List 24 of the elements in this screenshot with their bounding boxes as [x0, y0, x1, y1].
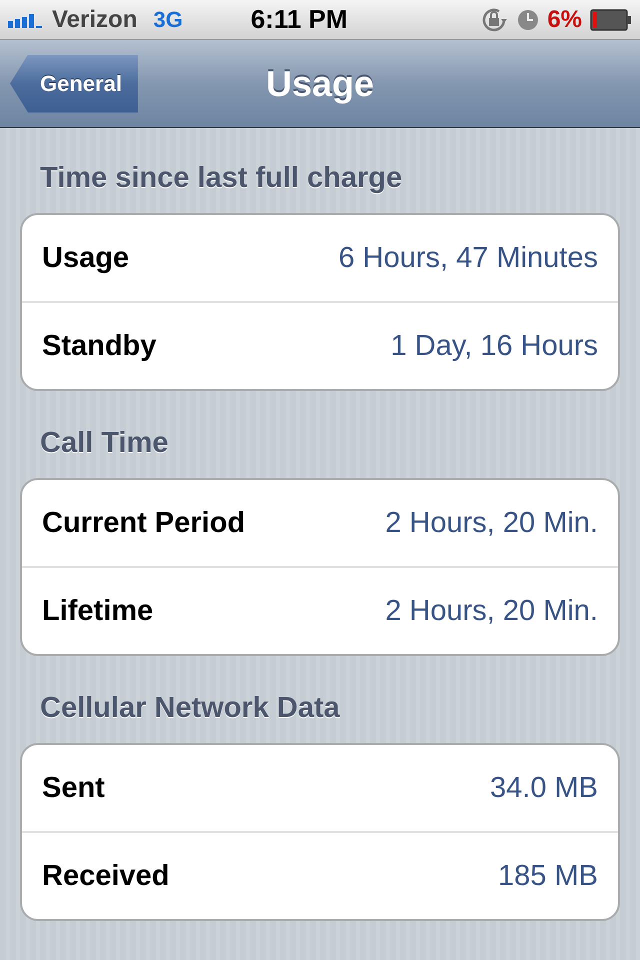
battery-percent: 6% — [547, 6, 582, 34]
row-label: Current Period — [42, 506, 246, 540]
alarm-clock-icon — [517, 8, 540, 30]
row-value: 185 MB — [498, 860, 598, 892]
row-value: 2 Hours, 20 Min. — [385, 594, 598, 628]
row-value: 2 Hours, 20 Min. — [385, 506, 598, 540]
row-label: Standby — [42, 330, 156, 362]
section-header: Call Time — [39, 427, 170, 461]
back-button[interactable]: General — [10, 54, 138, 112]
battery-icon — [590, 8, 632, 30]
row-value: 34.0 MB — [490, 772, 598, 804]
row-label: Lifetime — [42, 594, 154, 628]
network-type: 3G — [153, 6, 183, 32]
row-value: 6 Hours, 47 Minutes — [338, 242, 598, 274]
row-label: Usage — [42, 242, 130, 274]
signal-icon — [8, 12, 44, 28]
row-label: Sent — [42, 772, 105, 804]
clock-time: 6:11 PM — [250, 4, 348, 35]
section-header: Time since last full charge — [39, 162, 404, 196]
section-header: Cellular Network Data — [39, 692, 341, 726]
carrier-name: Verizon — [52, 6, 138, 34]
row-value: 1 Day, 16 Hours — [390, 330, 598, 362]
row-label: Received — [42, 860, 170, 892]
page-title: Usage — [266, 62, 374, 104]
